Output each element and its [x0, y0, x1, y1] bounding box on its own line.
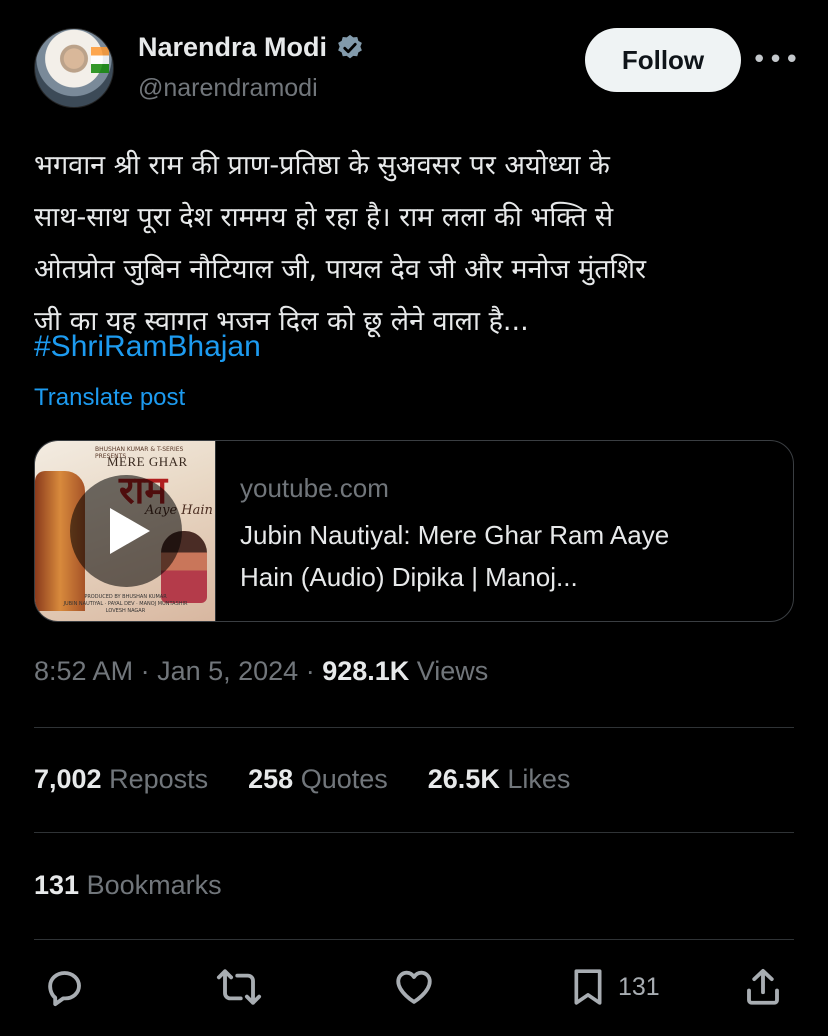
quotes-label: Quotes — [293, 764, 388, 794]
post-text-line: ओतप्रोत जुबिन नौटियाल जी, पायल देव जी और… — [34, 254, 647, 285]
share-icon — [747, 968, 779, 1005]
post-text-line: साथ-साथ पूरा देश राममय हो रहा है। राम लल… — [34, 202, 614, 233]
thumbnail-credit-line: PRODUCED BY BHUSHAN KUMAR — [84, 594, 167, 600]
author-name[interactable]: Narendra Modi — [138, 32, 327, 63]
reposts-label: Reposts — [101, 764, 209, 794]
bookmark-count: 131 — [618, 972, 660, 1001]
likes-stat[interactable]: 26.5K Likes — [428, 764, 571, 795]
likes-count: 26.5K — [427, 764, 500, 794]
meta-separator: · — [133, 656, 158, 686]
post-text: भगवान श्री राम की प्राण-प्रतिष्ठा के सुअ… — [34, 140, 794, 348]
hashtag-link[interactable]: #ShriRamBhajan — [34, 330, 261, 364]
like-button[interactable] — [393, 966, 435, 1008]
bookmark-icon — [574, 969, 602, 1005]
reposts-count: 7,002 — [34, 764, 102, 794]
link-card-title-line: Hain (Audio) Dipika | Manoj... — [240, 562, 578, 592]
like-icon — [396, 970, 432, 1004]
play-icon — [110, 508, 150, 554]
likes-label: Likes — [499, 764, 571, 794]
video-thumbnail[interactable]: BHUSHAN KUMAR & T-SERIES PRESENTS MERE G… — [35, 441, 216, 621]
bookmark-button[interactable]: 131 — [568, 966, 660, 1008]
post-text-line: भगवान श्री राम की प्राण-प्रतिष्ठा के सुअ… — [34, 150, 610, 181]
divider — [34, 727, 794, 728]
repost-icon — [216, 969, 262, 1005]
post-time[interactable]: 8:52 AM — [34, 656, 133, 686]
repost-button[interactable] — [216, 966, 262, 1008]
thumbnail-credits: PRODUCED BY BHUSHAN KUMAR JUBIN NAUTIYAL… — [43, 594, 208, 615]
reply-button[interactable] — [44, 966, 86, 1008]
reply-icon — [48, 971, 81, 1007]
thumbnail-credit-line: JUBIN NAUTIYAL · PAYAL DEV · MANOJ MUNTA… — [63, 601, 188, 607]
divider — [34, 832, 794, 833]
views-count: 928.1K — [322, 656, 410, 686]
more-options-icon[interactable]: ••• — [752, 40, 800, 80]
avatar[interactable] — [34, 28, 114, 108]
play-button[interactable] — [70, 475, 182, 587]
meta-separator: · — [298, 656, 323, 686]
share-button[interactable] — [742, 966, 784, 1008]
post-stats: 7,002 Reposts 258 Quotes 26.5K Likes — [34, 764, 570, 795]
views-label: Views — [409, 656, 489, 686]
post-meta: 8:52 AM · Jan 5, 2024 · 928.1K Views — [34, 656, 488, 687]
link-card-info: youtube.com Jubin Nautiyal: Mere Ghar Ra… — [216, 441, 793, 621]
bookmarks-stat: 131 Bookmarks — [34, 870, 222, 901]
quotes-count: 258 — [248, 764, 294, 794]
reposts-stat[interactable]: 7,002 Reposts — [34, 764, 208, 795]
author-handle[interactable]: @narendramodi — [138, 74, 318, 103]
divider — [34, 939, 794, 940]
link-preview-card[interactable]: BHUSHAN KUMAR & T-SERIES PRESENTS MERE G… — [34, 440, 794, 622]
author-name-row: Narendra Modi — [138, 32, 365, 63]
link-card-title-line: Jubin Nautiyal: Mere Ghar Ram Aaye — [240, 520, 670, 550]
bookmarks-label: Bookmarks — [79, 870, 222, 900]
link-card-title: Jubin Nautiyal: Mere Ghar Ram Aaye Hain … — [240, 514, 769, 598]
post-date[interactable]: Jan 5, 2024 — [157, 656, 298, 686]
flag-graphic — [91, 47, 109, 73]
translate-post-link[interactable]: Translate post — [34, 384, 185, 412]
post-header: Narendra Modi @narendramodi Follow ••• — [34, 28, 800, 110]
quotes-stat[interactable]: 258 Quotes — [248, 764, 388, 795]
bookmarks-count: 131 — [34, 870, 80, 900]
follow-button[interactable]: Follow — [585, 28, 741, 92]
thumbnail-credit-line: LOVESH NAGAR — [105, 608, 146, 614]
verified-badge-icon — [338, 34, 362, 58]
link-card-domain: youtube.com — [240, 473, 389, 503]
